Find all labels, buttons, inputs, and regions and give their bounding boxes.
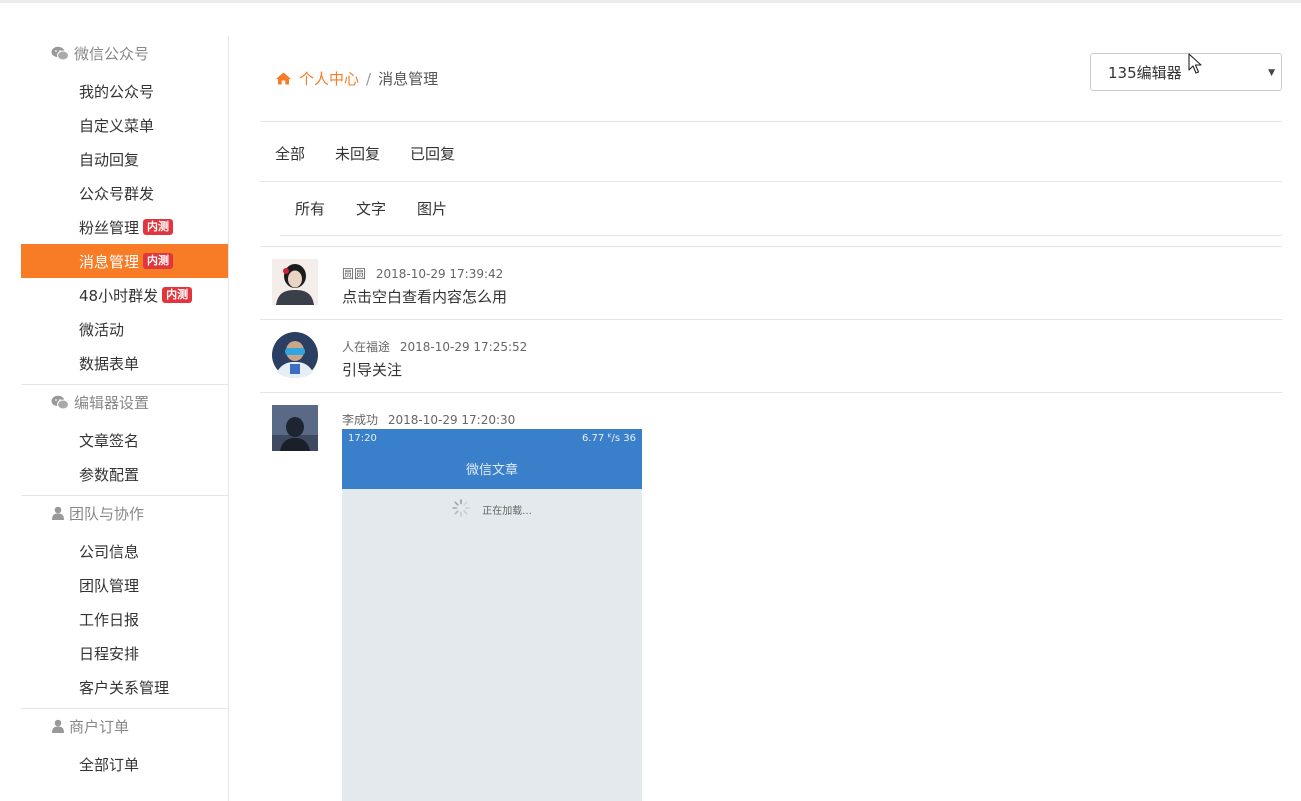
sidebar: 微信公众号 我的公众号 自定义菜单 自动回复 公众号群发 粉丝管理 内测 消息管理… xyxy=(21,36,229,801)
sidebar-item-label: 公司信息 xyxy=(79,542,140,561)
sidebar-item-team[interactable]: 团队管理 xyxy=(21,568,228,602)
phone-status-icons: 6.77 ᴷ/s 36 xyxy=(581,432,636,444)
tab-type-image[interactable]: 图片 xyxy=(417,198,447,219)
message-list: 圆圆 2018-10-29 17:39:42 点击空白查看内容怎么用 人在福途 … xyxy=(260,246,1282,801)
reply-filter-tabs: 全部 未回复 已回复 xyxy=(260,122,1282,182)
phone-time: 17:20 xyxy=(348,432,377,444)
sidebar-item-params[interactable]: 参数配置 xyxy=(21,457,228,491)
sidebar-item-48h-send[interactable]: 48小时群发 内测 xyxy=(21,278,228,312)
sidebar-item-label: 文章签名 xyxy=(79,431,140,450)
message-text: 点击空白查看内容怎么用 xyxy=(342,288,508,306)
sidebar-section-title: 团队与协作 xyxy=(69,504,145,523)
message-text: 引导关注 xyxy=(342,361,403,379)
sender-name: 人在福途 xyxy=(342,340,391,354)
wechat-icon xyxy=(51,45,69,61)
mouse-cursor-icon xyxy=(1188,53,1202,79)
sidebar-section-editor: 编辑器设置 xyxy=(21,385,228,419)
home-icon[interactable] xyxy=(276,72,291,85)
loading-text: 正在加载... xyxy=(482,506,532,517)
user-icon xyxy=(51,718,64,734)
message-item[interactable]: 李成功 2018-10-29 17:20:30 17:20 6.77 ᴷ/s 3… xyxy=(260,393,1282,801)
sidebar-item-label: 自定义菜单 xyxy=(79,116,155,135)
timestamp: 2018-10-29 17:25:52 xyxy=(399,340,528,354)
sidebar-item-label: 微活动 xyxy=(79,320,125,339)
phone-status-bar: 17:20 6.77 ᴷ/s 36 xyxy=(342,429,642,447)
tab-type-text[interactable]: 文字 xyxy=(356,198,386,219)
sidebar-item-label: 参数配置 xyxy=(79,465,140,484)
sidebar-item-label: 全部订单 xyxy=(79,755,140,774)
tab-type-all[interactable]: 所有 xyxy=(295,198,325,219)
sidebar-section-title: 商户订单 xyxy=(69,717,130,736)
beta-badge: 内测 xyxy=(143,219,174,235)
sender-name: 圆圆 xyxy=(342,267,367,281)
type-filter-tabs: 所有 文字 图片 xyxy=(280,182,1282,236)
phone-loading: 正在加载... xyxy=(342,499,642,520)
tab-replied[interactable]: 已回复 xyxy=(410,143,455,164)
timestamp: 2018-10-29 17:20:30 xyxy=(387,413,516,427)
sidebar-item-label: 客户关系管理 xyxy=(79,678,170,697)
sidebar-item-label: 数据表单 xyxy=(79,354,140,373)
avatar[interactable] xyxy=(272,405,318,451)
phone-title: 微信文章 xyxy=(465,462,518,478)
breadcrumb: 个人中心 / 消息管理 xyxy=(276,68,438,89)
tab-unreplied[interactable]: 未回复 xyxy=(335,143,380,164)
sidebar-item-micro-activity[interactable]: 微活动 xyxy=(21,312,228,346)
sidebar-item-label: 日程安排 xyxy=(79,644,140,663)
sidebar-section-title: 微信公众号 xyxy=(74,44,150,63)
sidebar-item-mass-send[interactable]: 公众号群发 xyxy=(21,176,228,210)
sidebar-item-label: 48小时群发 xyxy=(79,286,159,305)
sidebar-item-label: 消息管理 xyxy=(79,252,140,271)
message-item[interactable]: 人在福途 2018-10-29 17:25:52 引导关注 xyxy=(260,320,1282,393)
sidebar-item-company[interactable]: 公司信息 xyxy=(21,534,228,568)
main-content: 个人中心 / 消息管理 135编辑器 ▼ 全部 未回复 已回复 所有 文字 图片… xyxy=(260,36,1282,801)
sidebar-item-messages[interactable]: 消息管理 内测 xyxy=(21,244,228,278)
user-icon xyxy=(51,505,64,521)
sidebar-item-label: 团队管理 xyxy=(79,576,140,595)
sidebar-section-wechat: 微信公众号 xyxy=(21,36,228,70)
sidebar-item-daily-report[interactable]: 工作日报 xyxy=(21,602,228,636)
caret-down-icon: ▼ xyxy=(1268,68,1275,78)
sidebar-item-custom-menu[interactable]: 自定义菜单 xyxy=(21,108,228,142)
message-meta: 圆圆 2018-10-29 17:39:42 xyxy=(342,265,503,282)
beta-badge: 内测 xyxy=(143,253,174,269)
top-border xyxy=(0,0,1301,3)
sidebar-item-my-accounts[interactable]: 我的公众号 xyxy=(21,74,228,108)
message-meta: 人在福途 2018-10-29 17:25:52 xyxy=(342,338,527,355)
sidebar-item-label: 公众号群发 xyxy=(79,184,155,203)
sidebar-item-label: 我的公众号 xyxy=(79,82,155,101)
sidebar-item-schedule[interactable]: 日程安排 xyxy=(21,636,228,670)
page-header: 个人中心 / 消息管理 135编辑器 ▼ xyxy=(260,36,1282,122)
avatar[interactable] xyxy=(272,259,318,305)
message-image[interactable]: 17:20 6.77 ᴷ/s 36 微信文章 正在加载... xyxy=(342,429,642,801)
account-select-value: 135编辑器 xyxy=(1108,63,1182,82)
sidebar-section-team: 团队与协作 xyxy=(21,496,228,530)
beta-badge: 内测 xyxy=(162,287,193,303)
avatar[interactable] xyxy=(272,332,318,378)
breadcrumb-separator: / xyxy=(366,69,372,88)
wechat-icon xyxy=(51,394,69,410)
sidebar-item-auto-reply[interactable]: 自动回复 xyxy=(21,142,228,176)
sidebar-section-title: 编辑器设置 xyxy=(74,393,150,412)
timestamp: 2018-10-29 17:39:42 xyxy=(375,267,504,281)
account-select[interactable]: 135编辑器 ▼ xyxy=(1090,53,1282,91)
message-meta: 李成功 2018-10-29 17:20:30 xyxy=(342,411,515,428)
sidebar-item-label: 粉丝管理 xyxy=(79,218,140,237)
sidebar-item-crm[interactable]: 客户关系管理 xyxy=(21,670,228,704)
loading-spinner-icon xyxy=(452,499,471,520)
tab-all[interactable]: 全部 xyxy=(275,143,305,164)
message-item[interactable]: 圆圆 2018-10-29 17:39:42 点击空白查看内容怎么用 xyxy=(260,247,1282,320)
breadcrumb-home-link[interactable]: 个人中心 xyxy=(299,68,359,89)
sidebar-item-fans[interactable]: 粉丝管理 内测 xyxy=(21,210,228,244)
sidebar-item-label: 自动回复 xyxy=(79,150,140,169)
sender-name: 李成功 xyxy=(342,413,379,427)
sidebar-item-label: 工作日报 xyxy=(79,610,140,629)
sidebar-item-signature[interactable]: 文章签名 xyxy=(21,423,228,457)
sidebar-section-orders: 商户订单 xyxy=(21,709,228,743)
sidebar-item-all-orders[interactable]: 全部订单 xyxy=(21,747,228,781)
breadcrumb-current: 消息管理 xyxy=(378,70,439,88)
sidebar-item-data-form[interactable]: 数据表单 xyxy=(21,346,228,380)
phone-title-bar: 微信文章 xyxy=(342,447,642,489)
